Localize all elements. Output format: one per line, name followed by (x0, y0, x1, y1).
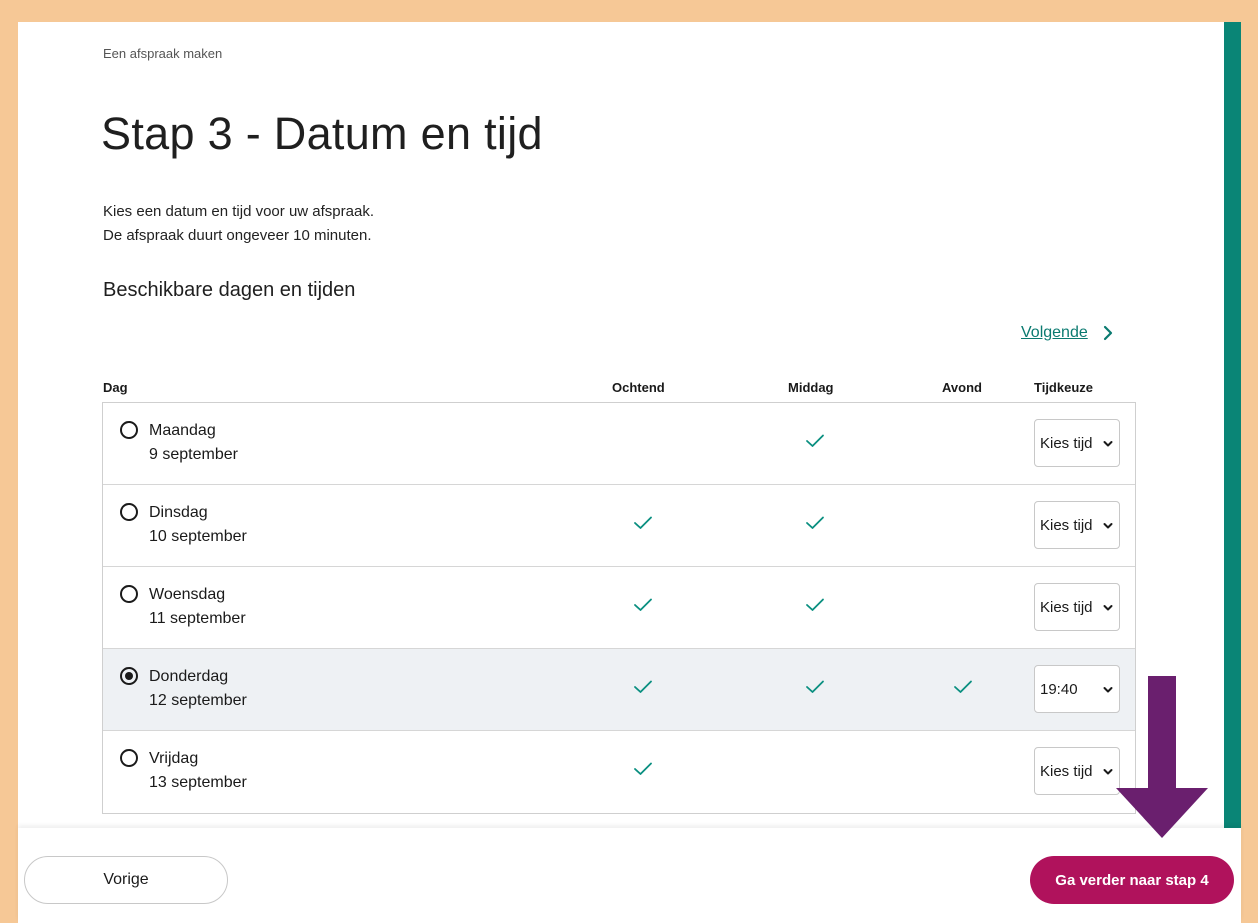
day-name: Dinsdag (149, 504, 208, 521)
day-date: 9 september (149, 446, 238, 463)
table-row-selected[interactable]: Donderdag 12 september 19:40 (103, 649, 1135, 731)
table-row[interactable]: Vrijdag 13 september Kies tijd (103, 731, 1135, 813)
time-select-value: Kies tijd (1040, 434, 1093, 452)
time-select-value: Kies tijd (1040, 762, 1093, 780)
header-dag: Dag (103, 380, 128, 395)
intro-line-2: De afspraak duurt ongeveer 10 minuten. (103, 227, 372, 244)
day-date: 12 september (149, 692, 247, 709)
chevron-down-icon (1103, 441, 1113, 447)
check-icon (806, 516, 824, 529)
time-select[interactable]: Kies tijd (1034, 747, 1120, 795)
table-header: Dag Ochtend Middag Avond Tijdkeuze (103, 380, 1138, 400)
time-select[interactable]: Kies tijd (1034, 419, 1120, 467)
check-icon (806, 598, 824, 611)
chevron-down-icon (1103, 769, 1113, 775)
day-radio-checked[interactable] (120, 667, 138, 685)
table-row[interactable]: Woensdag 11 september Kies tijd (103, 567, 1135, 649)
header-tijdkeuze: Tijdkeuze (1034, 380, 1094, 395)
check-icon (634, 516, 652, 529)
page-title: Stap 3 - Datum en tijd (101, 108, 543, 159)
previous-button[interactable]: Vorige (24, 856, 228, 904)
table-row[interactable]: Maandag 9 september Kies tijd (103, 403, 1135, 485)
check-icon (634, 598, 652, 611)
availability-table: Maandag 9 september Kies tijd Dinsdag 10… (102, 402, 1136, 814)
chevron-down-icon (1103, 523, 1113, 529)
header-middag: Middag (788, 380, 834, 395)
day-radio[interactable] (120, 585, 138, 603)
chevron-right-icon (1103, 325, 1112, 341)
section-title: Beschikbare dagen en tijden (103, 279, 356, 301)
day-date: 13 september (149, 774, 247, 791)
time-select-value: Kies tijd (1040, 516, 1093, 534)
time-select[interactable]: 19:40 (1034, 665, 1120, 713)
header-avond: Avond (942, 380, 982, 395)
time-select[interactable]: Kies tijd (1034, 501, 1120, 549)
check-icon (634, 762, 652, 775)
check-icon (954, 680, 972, 693)
day-name: Woensdag (149, 586, 226, 603)
time-select[interactable]: Kies tijd (1034, 583, 1120, 631)
day-date: 10 september (149, 528, 247, 545)
check-icon (806, 434, 824, 447)
chevron-down-icon (1103, 687, 1113, 693)
table-row[interactable]: Dinsdag 10 september Kies tijd (103, 485, 1135, 567)
day-radio[interactable] (120, 503, 138, 521)
accent-stripe (1224, 22, 1241, 828)
next-link-label: Volgende (1021, 324, 1088, 341)
breadcrumb: Een afspraak maken (103, 46, 223, 61)
chevron-down-icon (1103, 605, 1113, 611)
check-icon (806, 680, 824, 693)
continue-step-4-button[interactable]: Ga verder naar stap 4 (1030, 856, 1234, 904)
intro-line-1: Kies een datum en tijd voor uw afspraak. (103, 203, 374, 220)
day-name: Donderdag (149, 668, 229, 685)
day-radio[interactable] (120, 749, 138, 767)
header-ochtend: Ochtend (612, 380, 665, 395)
day-name: Maandag (149, 422, 216, 439)
day-date: 11 september (149, 610, 246, 627)
check-icon (634, 680, 652, 693)
time-select-value: 19:40 (1040, 680, 1078, 698)
intro-text: Kies een datum en tijd voor uw afspraak.… (103, 200, 374, 248)
next-week-link[interactable]: Volgende (1021, 324, 1116, 342)
time-select-value: Kies tijd (1040, 598, 1093, 616)
content-panel: Een afspraak maken Stap 3 - Datum en tij… (18, 22, 1224, 828)
day-name: Vrijdag (149, 750, 199, 767)
day-radio[interactable] (120, 421, 138, 439)
arrow-down-icon (1116, 676, 1208, 838)
